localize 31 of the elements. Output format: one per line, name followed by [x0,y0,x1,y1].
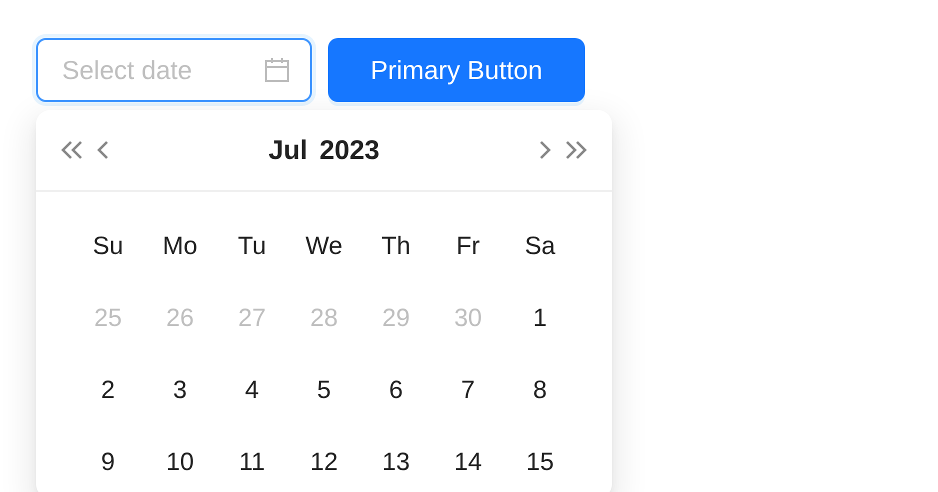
year-button[interactable]: 2023 [319,134,380,166]
day-cell[interactable]: 3 [173,376,187,404]
previous-month-button[interactable] [96,140,110,160]
day-cell[interactable]: 12 [310,448,338,476]
day-cell[interactable]: 11 [239,448,265,476]
day-cell[interactable]: 6 [389,376,403,404]
day-cell[interactable]: 7 [461,376,475,404]
day-cell[interactable]: 9 [101,448,115,476]
day-cell[interactable]: 15 [526,448,554,476]
calendar-icon [264,57,290,83]
day-cell[interactable]: 10 [166,448,194,476]
day-cell[interactable]: 13 [382,448,410,476]
weekday-label: We [305,232,343,260]
weekday-label: Su [92,232,124,260]
weekday-label: Tu [238,232,266,260]
day-cell[interactable]: 5 [317,376,331,404]
day-cell[interactable]: 1 [533,304,547,332]
chevron-left-icon [96,140,110,160]
weekday-label: Sa [524,232,556,260]
primary-button[interactable]: Primary Button [328,38,585,102]
weekday-label: Fr [456,232,480,260]
day-cell[interactable]: 4 [245,376,259,404]
chevron-right-icon [538,140,552,160]
day-cell[interactable]: 2 [101,376,115,404]
day-cell[interactable]: 14 [454,448,482,476]
next-month-button[interactable] [538,140,552,160]
month-button[interactable]: Jul [268,134,308,166]
day-cell[interactable]: 8 [533,376,547,404]
weekday-label: Mo [162,232,198,260]
weekday-label: Th [381,232,411,260]
date-field[interactable]: Select date [36,38,312,102]
